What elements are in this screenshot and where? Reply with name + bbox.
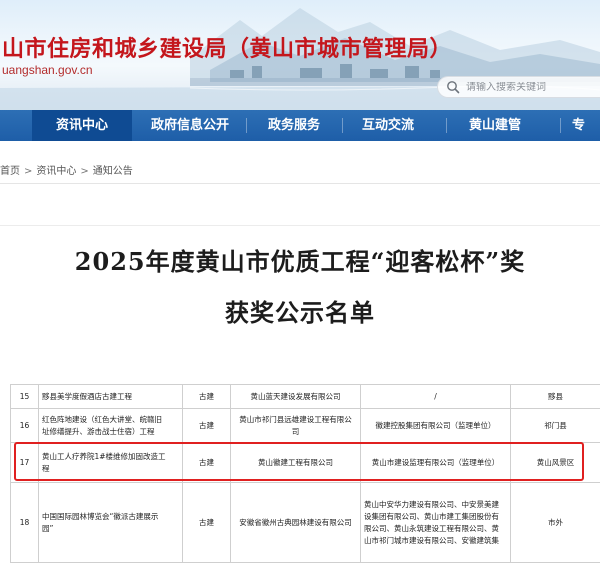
breadcrumb-notice[interactable]: 通知公告 <box>93 166 133 177</box>
nav-separator <box>342 118 343 133</box>
table-row: 17 黄山工人疗养院1#楼维修加固改造工程 古建 黄山徽建工程有限公司 黄山市建… <box>11 443 600 483</box>
nav-separator <box>446 118 447 133</box>
cell-line: 限公司、黄山永筑建设工程有限公司、黄 <box>364 524 499 533</box>
cell-project: 黄山工人疗养院1#楼维修加固改造工程 <box>39 443 183 483</box>
header-banner: 山市住房和城乡建设局（黄山市城市管理局） uangshan.gov.cn <box>0 0 600 110</box>
cell-line: 黟县美学度假酒店古建工程 <box>42 392 132 401</box>
cell-builder: 安徽省徽州古典园林建设有限公司 <box>231 483 361 563</box>
breadcrumb: 首页 > 资讯中心 > 通知公告 <box>0 162 133 177</box>
search-input[interactable] <box>466 82 596 93</box>
cell-builder: 黄山徽建工程有限公司 <box>231 443 361 483</box>
breadcrumb-news-center[interactable]: 资讯中心 <box>36 166 76 177</box>
cell-no: 15 <box>11 385 39 409</box>
cell-line: 址修缮提升、游击战士住宿）工程 <box>42 427 155 436</box>
cell-category: 古建 <box>183 385 231 409</box>
search-box[interactable] <box>437 76 600 98</box>
cell-category: 古建 <box>183 443 231 483</box>
cell-line: 司 <box>292 427 300 436</box>
nav-item-interaction[interactable]: 互动交流 <box>346 110 430 141</box>
cell-partners: / <box>361 385 511 409</box>
divider <box>0 183 600 184</box>
table-row: 15 黟县美学度假酒店古建工程 古建 黄山蓝天建设发展有限公司 / 黟县 <box>11 385 600 409</box>
nav-separator <box>246 118 247 133</box>
article-title-line1: 2025年度黄山市优质工程“迎客松杯”奖 <box>0 242 600 277</box>
table-row: 16 红色阵地建设（红色大讲堂、皖赣旧址修缮提升、游击战士住宿）工程 古建 黄山… <box>11 409 600 443</box>
cell-no: 18 <box>11 483 39 563</box>
cell-builder: 黄山蓝天建设发展有限公司 <box>231 385 361 409</box>
cell-line: 黄山中安华力建设有限公司、中安景美建 <box>364 500 499 509</box>
cell-line: 红色阵地建设（红色大讲堂、皖赣旧 <box>42 415 162 424</box>
cell-line: 安徽省徽州古典园林建设有限公司 <box>239 518 352 527</box>
cell-project: 红色阵地建设（红色大讲堂、皖赣旧址修缮提升、游击战士住宿）工程 <box>39 409 183 443</box>
cell-project: 黟县美学度假酒店古建工程 <box>39 385 183 409</box>
cell-line: 程 <box>42 464 50 473</box>
breadcrumb-home[interactable]: 首页 <box>0 166 20 177</box>
cell-builder: 黄山市祁门县远雄建设工程有限公司 <box>231 409 361 443</box>
cell-no: 16 <box>11 409 39 443</box>
nav-item-gov-services[interactable]: 政务服务 <box>252 110 336 141</box>
cell-region: 祁门县 <box>511 409 600 443</box>
cell-line: 黄山市祁门县远雄建设工程有限公 <box>239 415 352 424</box>
cell-line: 园” <box>42 524 53 533</box>
cell-line: 黄山市建设监理有限公司（监理单位） <box>372 458 500 467</box>
cell-line: 黄山蓝天建设发展有限公司 <box>251 392 341 401</box>
cell-line: 徽建控股集团有限公司（监理单位） <box>376 421 496 430</box>
divider <box>0 225 600 226</box>
nav-item-gov-info[interactable]: 政府信息公开 <box>138 110 242 141</box>
cell-line: 中国国际园林博览会“徽派古建展示 <box>42 512 158 521</box>
cell-line: 黄山工人疗养院1#楼维修加固改造工 <box>42 452 166 461</box>
cell-no: 17 <box>11 443 39 483</box>
nav-item-huangshan-jianguan[interactable]: 黄山建管 <box>452 110 538 141</box>
cell-region: 市外 <box>511 483 600 563</box>
main-nav: 资讯中心 政府信息公开 政务服务 互动交流 黄山建管 专 <box>0 110 600 141</box>
search-icon[interactable] <box>446 80 460 94</box>
cell-project: 中国国际园林博览会“徽派古建展示园” <box>39 483 183 563</box>
table-row: 18 中国国际园林博览会“徽派古建展示园” 古建 安徽省徽州古典园林建设有限公司… <box>11 483 600 563</box>
cell-partners: 徽建控股集团有限公司（监理单位） <box>361 409 511 443</box>
cell-line: / <box>434 392 437 401</box>
nav-separator <box>560 118 561 133</box>
nav-item-special[interactable]: 专 <box>572 110 600 141</box>
cell-category: 古建 <box>183 409 231 443</box>
cell-partners: 黄山中安华力建设有限公司、中安景美建设集团有限公司、黄山市建工集团股份有限公司、… <box>361 483 511 563</box>
cell-category: 古建 <box>183 483 231 563</box>
cell-region: 黟县 <box>511 385 600 409</box>
article-title-line2: 获奖公示名单 <box>0 293 600 328</box>
cell-partners: 黄山市建设监理有限公司（监理单位） <box>361 443 511 483</box>
cell-line: 黄山徽建工程有限公司 <box>258 458 333 467</box>
breadcrumb-separator: > <box>80 166 88 177</box>
award-list-table: 15 黟县美学度假酒店古建工程 古建 黄山蓝天建设发展有限公司 / 黟县 16 … <box>10 384 600 563</box>
site-domain: uangshan.gov.cn <box>2 63 93 77</box>
nav-item-news-center[interactable]: 资讯中心 <box>32 110 132 141</box>
cell-line: 设集团有限公司、黄山市建工集团股份有 <box>364 512 499 521</box>
site-title: 山市住房和城乡建设局（黄山市城市管理局） <box>2 31 452 63</box>
cell-region: 黄山风景区 <box>511 443 600 483</box>
cell-line: 山市祁门城市建设有限公司、安徽建筑集 <box>364 536 499 545</box>
breadcrumb-separator: > <box>24 166 32 177</box>
